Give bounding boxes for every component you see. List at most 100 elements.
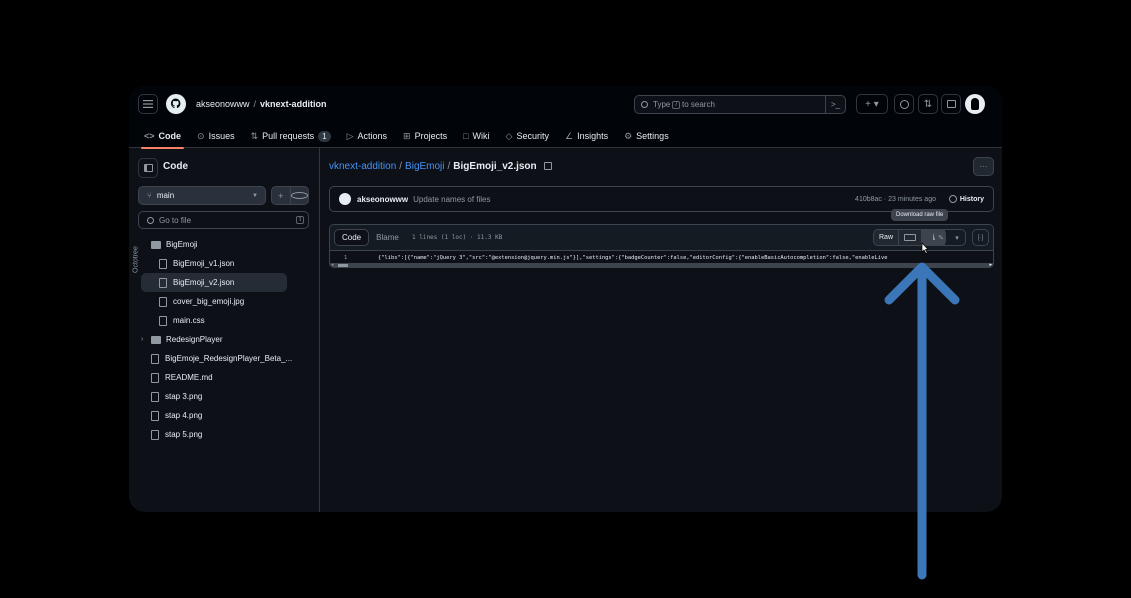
create-new-button[interactable]: + ▾ <box>856 94 888 114</box>
history-button[interactable]: History <box>948 195 984 203</box>
scroll-right-icon[interactable]: ▸ <box>989 262 992 267</box>
copy-path-icon[interactable] <box>543 162 552 171</box>
blame-view-button[interactable]: Blame <box>369 229 406 246</box>
file-icon <box>151 372 159 383</box>
tree-file-stap3[interactable]: stap 3.png <box>141 387 301 406</box>
commit-author[interactable]: akseonowww <box>357 195 408 204</box>
repo-nav-tabs: <> Code ⊙ Issues ⇅ Pull requests 1 ▷ Actions … <box>140 124 670 149</box>
tree-folder-redesignplayer[interactable]: › RedesignPlayer <box>141 330 301 349</box>
symbols-panel-button[interactable]: [·] <box>972 229 989 246</box>
tab-security[interactable]: ◇ Security <box>505 124 550 148</box>
pencil-icon: ✎ <box>938 234 944 242</box>
repo-name-link[interactable]: vknext-addition <box>260 99 327 109</box>
tab-label: Code <box>158 131 182 141</box>
pull-request-icon: ⇅ <box>250 130 259 141</box>
breadcrumb-repo-link[interactable]: vknext-addition <box>329 161 396 172</box>
breadcrumb-file-name: BigEmoji_v2.json <box>453 161 537 172</box>
go-to-file-placeholder: Go to file <box>159 215 192 225</box>
tree-file-bigemoji-v1[interactable]: BigEmoji_v1.json <box>141 254 301 273</box>
issues-button[interactable] <box>894 94 914 114</box>
tree-file-cover[interactable]: cover_big_emoji.jpg <box>141 292 301 311</box>
inbox-icon <box>946 100 956 108</box>
commit-author-avatar[interactable] <box>339 193 351 205</box>
tree-item-label: stap 3.png <box>165 392 203 401</box>
raw-button[interactable]: Raw <box>874 230 900 245</box>
file-icon <box>159 258 167 269</box>
pull-requests-button[interactable]: ⇅ <box>918 94 938 114</box>
mouse-pointer-icon <box>921 242 929 254</box>
inbox-button[interactable] <box>941 94 961 114</box>
book-icon: □ <box>463 131 469 141</box>
tree-file-stap4[interactable]: stap 4.png <box>141 406 301 425</box>
tab-label: Projects <box>414 131 448 141</box>
search-kbd: / <box>672 100 681 109</box>
search-input[interactable]: Type / to search >_ <box>634 95 846 114</box>
tab-issues[interactable]: ⊙ Issues <box>196 124 236 148</box>
file-icon <box>159 296 167 307</box>
tree-item-label: BigEmoji_v1.json <box>173 259 235 268</box>
github-logo-icon[interactable] <box>166 94 186 114</box>
tab-projects[interactable]: ⊞ Projects <box>402 124 448 148</box>
tree-file-main-css[interactable]: main.css <box>141 311 301 330</box>
repo-owner-link[interactable]: akseonowww <box>196 99 250 109</box>
tree-file-stap5[interactable]: stap 5.png <box>141 425 301 444</box>
sidebar-actions: + <box>271 186 309 205</box>
caret-down-icon: ▾ <box>955 234 959 242</box>
code-line: 1 {"libs":[{"name":"jQuery 3","src":"@ex… <box>330 253 993 263</box>
symbols-icon: [·] <box>977 234 984 241</box>
issue-circle-icon <box>899 99 909 109</box>
tree-file-redesignplayer-beta[interactable]: BigEmoje_RedesignPlayer_Beta_... <box>141 349 301 368</box>
path-separator: / <box>253 99 257 109</box>
shield-icon: ◇ <box>505 130 513 141</box>
pull-request-count: 1 <box>318 130 331 142</box>
copy-raw-button[interactable] <box>899 230 923 245</box>
tree-file-readme[interactable]: README.md <box>141 368 301 387</box>
tab-insights[interactable]: ∠ Insights <box>564 124 609 148</box>
tab-label: Settings <box>636 131 669 141</box>
repo-header: akseonowww / vknext-addition Type / to sea… <box>129 86 1002 149</box>
command-palette-icon[interactable]: >_ <box>825 96 845 113</box>
user-avatar[interactable] <box>965 94 985 114</box>
branch-selector[interactable]: ⑂ main ▼ <box>138 186 266 205</box>
tree-item-label: BigEmoje_RedesignPlayer_Beta_... <box>165 354 293 363</box>
tree-file-bigemoji-v2[interactable]: BigEmoji_v2.json <box>141 273 287 292</box>
edit-dropdown-button[interactable]: ▾ <box>949 230 965 245</box>
line-number[interactable]: 1 <box>344 255 347 261</box>
scrollbar-thumb[interactable] <box>338 264 348 267</box>
edit-actions: ✎ ▾ <box>932 229 966 246</box>
commit-message[interactable]: Update names of files <box>413 195 490 204</box>
octotree-toggle[interactable]: Octotree <box>131 230 141 290</box>
collapse-sidebar-button[interactable] <box>138 158 158 178</box>
history-icon <box>948 195 957 203</box>
horizontal-scrollbar[interactable]: ◂ ▸ <box>330 262 993 267</box>
tab-code[interactable]: <> Code <box>140 124 185 149</box>
search-icon <box>147 216 154 224</box>
tab-label: Insights <box>577 131 609 141</box>
file-header: Code Blame 1 lines (1 loc) · 11.3 KB Raw… <box>330 225 993 251</box>
code-view-button[interactable]: Code <box>334 229 370 246</box>
breadcrumb-folder-link[interactable]: BigEmoji <box>405 161 444 172</box>
go-to-file-kbd: t <box>296 216 304 224</box>
kebab-icon: ··· <box>979 162 988 171</box>
file-tree-sidebar: Code ⑂ main ▼ + Go to file t Octotree Bi… <box>129 148 320 512</box>
tab-actions[interactable]: ▷ Actions <box>346 124 388 148</box>
branch-name: main <box>156 191 175 200</box>
more-options-button[interactable]: ··· <box>973 157 994 176</box>
search-icon <box>641 101 648 108</box>
scroll-left-icon[interactable]: ◂ <box>331 262 334 267</box>
tab-settings[interactable]: ⚙ Settings <box>623 124 670 148</box>
edit-file-button[interactable]: ✎ <box>933 230 949 245</box>
hamburger-icon <box>143 100 153 108</box>
search-files-button[interactable] <box>290 187 308 204</box>
hamburger-menu-button[interactable] <box>138 94 158 114</box>
tab-wiki[interactable]: □ Wiki <box>462 124 490 148</box>
play-icon: ▷ <box>346 130 354 141</box>
line-content: {"libs":[{"name":"jQuery 3","src":"@exte… <box>378 255 888 261</box>
tab-label: Security <box>516 131 549 141</box>
search-placeholder-pre: Type <box>653 100 671 109</box>
add-file-button[interactable]: + <box>272 187 291 204</box>
go-to-file-input[interactable]: Go to file t <box>138 211 309 229</box>
tree-item-label: cover_big_emoji.jpg <box>173 297 245 306</box>
tree-folder-bigemoji[interactable]: BigEmoji <box>141 235 301 254</box>
tab-pull-requests[interactable]: ⇅ Pull requests 1 <box>250 124 332 148</box>
